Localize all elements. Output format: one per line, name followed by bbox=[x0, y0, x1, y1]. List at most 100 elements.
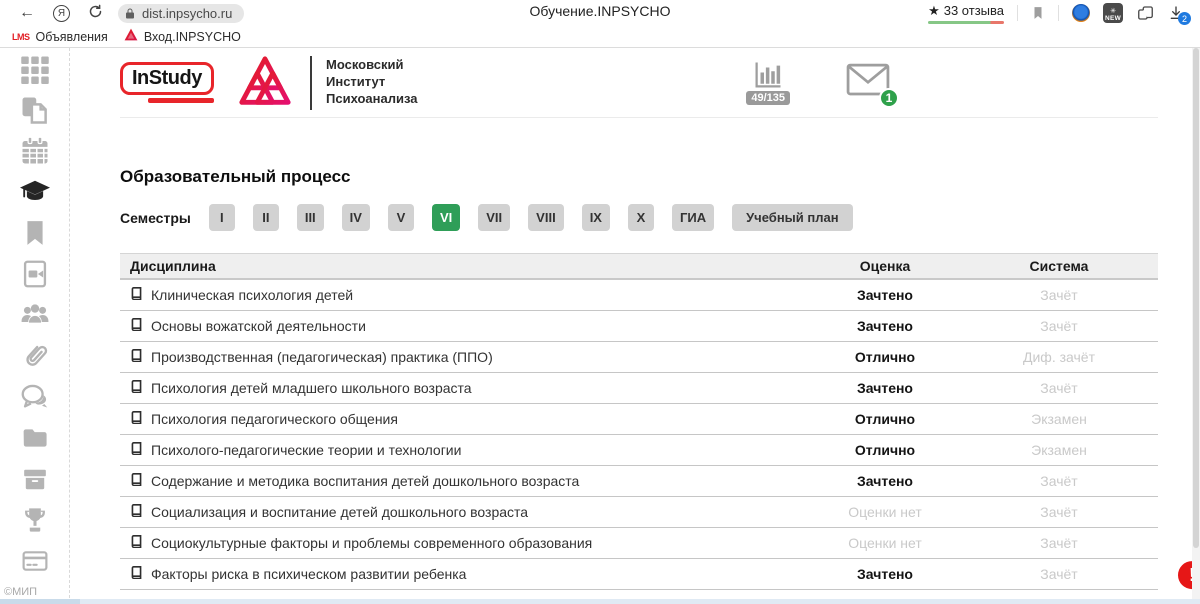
url-text: dist.inpsycho.ru bbox=[142, 6, 232, 21]
semester-tab-6[interactable]: VI bbox=[432, 204, 460, 231]
sidebar-item-calendar[interactable] bbox=[0, 130, 69, 171]
scrollbar-thumb[interactable] bbox=[1193, 48, 1199, 548]
documents-icon bbox=[20, 95, 50, 125]
browser-topbar: ← Я dist.inpsycho.ru Обучение.INPSYCHO ★… bbox=[0, 0, 1200, 26]
system-value: Зачёт bbox=[960, 318, 1158, 334]
semester-tab-2[interactable]: II bbox=[253, 204, 279, 231]
browser-home-icon[interactable]: Я bbox=[53, 5, 70, 22]
address-bar[interactable]: dist.inpsycho.ru bbox=[118, 4, 244, 23]
refresh-icon[interactable] bbox=[88, 4, 103, 23]
star-icon: ★ bbox=[928, 3, 940, 19]
collections-icon[interactable] bbox=[1136, 4, 1155, 22]
system-value: Экзамен bbox=[960, 411, 1158, 427]
browser-scrollbar[interactable] bbox=[1192, 48, 1200, 604]
institute-name-line: Психоанализа bbox=[326, 91, 418, 108]
bottom-strip bbox=[0, 599, 1200, 604]
bookmark-icon bbox=[22, 219, 48, 247]
sidebar-item-apps-grid[interactable] bbox=[0, 48, 69, 89]
system-value: Зачёт bbox=[960, 380, 1158, 396]
downloads-button[interactable]: 2 bbox=[1168, 5, 1184, 21]
mip-logo[interactable] bbox=[236, 53, 294, 113]
semester-tab-4[interactable]: IV bbox=[342, 204, 370, 231]
table-row[interactable]: Производственная (педагогическая) практи… bbox=[120, 342, 1158, 373]
instudy-logo[interactable]: InStudy bbox=[120, 62, 214, 103]
semester-tab-1[interactable]: I bbox=[209, 204, 235, 231]
table-row[interactable]: Психология детей младшего школьного возр… bbox=[120, 373, 1158, 404]
discipline-name: Психолого-педагогические теории и технол… bbox=[151, 442, 461, 458]
book-icon bbox=[130, 566, 143, 582]
trophy-icon bbox=[21, 506, 49, 534]
sidebar-item-education[interactable] bbox=[0, 171, 69, 212]
users-icon bbox=[19, 301, 51, 329]
discipline-name: Производственная (педагогическая) практи… bbox=[151, 349, 493, 365]
instudy-logo-text: InStudy bbox=[120, 62, 214, 95]
grade-value: Зачтено bbox=[810, 287, 960, 303]
sidebar-item-payments[interactable] bbox=[0, 540, 69, 581]
semester-tab-7[interactable]: VII bbox=[478, 204, 510, 231]
institute-name-line: Московский bbox=[326, 57, 418, 74]
semester-tab-9[interactable]: IX bbox=[582, 204, 610, 231]
curriculum-plan-button[interactable]: Учебный план bbox=[732, 204, 852, 231]
grade-value: Зачтено bbox=[810, 566, 960, 582]
table-row[interactable]: Социализация и воспитание детей дошкольн… bbox=[120, 497, 1158, 528]
disciplines-table: Дисциплина Оценка Система Клиническая пс… bbox=[120, 253, 1158, 590]
table-row[interactable]: Содержание и методика воспитания детей д… bbox=[120, 466, 1158, 497]
bookmark-flag-icon[interactable] bbox=[1031, 5, 1045, 21]
triangle-favicon bbox=[124, 28, 138, 46]
mail-count-badge: 1 bbox=[879, 88, 899, 108]
semester-tab-gia[interactable]: ГИА bbox=[672, 204, 714, 231]
archive-box-icon bbox=[21, 466, 49, 492]
extension-browser-icon[interactable] bbox=[1072, 4, 1090, 22]
bottom-strip-left bbox=[0, 599, 80, 604]
table-row[interactable]: Клиническая психология детей Зачтено Зач… bbox=[120, 280, 1158, 311]
sidebar-item-video-materials[interactable] bbox=[0, 253, 69, 294]
grade-value: Отлично bbox=[810, 349, 960, 365]
header-widgets: 49/135 1 bbox=[746, 60, 890, 105]
bookmark-announcements[interactable]: LMS Объявления bbox=[8, 30, 112, 44]
grade-value: Отлично bbox=[810, 411, 960, 427]
discipline-name: Основы вожатской деятельности bbox=[151, 318, 366, 334]
grade-value: Зачтено bbox=[810, 380, 960, 396]
bookmark-label: Объявления bbox=[36, 30, 108, 44]
semester-tab-10[interactable]: X bbox=[628, 204, 654, 231]
discipline-name: Содержание и методика воспитания детей д… bbox=[151, 473, 579, 489]
extension-new-icon[interactable]: ✳ NEW bbox=[1103, 3, 1123, 23]
back-icon[interactable]: ← bbox=[19, 5, 35, 21]
grade-value: Оценки нет bbox=[810, 535, 960, 551]
book-icon bbox=[130, 504, 143, 520]
lms-favicon: LMS bbox=[12, 32, 30, 42]
main-content: InStudy Московский Институт Психоанализа bbox=[70, 48, 1200, 598]
mail-widget[interactable]: 1 bbox=[846, 63, 890, 101]
progress-widget[interactable]: 49/135 bbox=[746, 60, 790, 105]
sidebar-item-documents[interactable] bbox=[0, 89, 69, 130]
discipline-name: Социализация и воспитание детей дошкольн… bbox=[151, 504, 528, 520]
bookmark-login-inpsycho[interactable]: Вход.INPSYCHO bbox=[120, 28, 245, 46]
sidebar-item-archive[interactable] bbox=[0, 458, 69, 499]
system-value: Диф. зачёт bbox=[960, 349, 1158, 365]
system-value: Зачёт bbox=[960, 535, 1158, 551]
mip-triangle-icon bbox=[236, 53, 294, 113]
table-row[interactable]: Основы вожатской деятельности Зачтено За… bbox=[120, 311, 1158, 342]
semester-tab-8[interactable]: VIII bbox=[528, 204, 564, 231]
sidebar-item-achievements[interactable] bbox=[0, 499, 69, 540]
semester-tab-3[interactable]: III bbox=[297, 204, 324, 231]
semester-tab-5[interactable]: V bbox=[388, 204, 414, 231]
table-row[interactable]: Психолого-педагогические теории и технол… bbox=[120, 435, 1158, 466]
sidebar-item-community[interactable] bbox=[0, 294, 69, 335]
column-header-system: Система bbox=[960, 258, 1158, 274]
sidebar-item-attachments[interactable] bbox=[0, 335, 69, 376]
sidebar-item-files-folder[interactable] bbox=[0, 417, 69, 458]
paperclip-icon bbox=[20, 341, 50, 371]
grade-value: Зачтено bbox=[810, 473, 960, 489]
book-icon bbox=[130, 318, 143, 334]
site-reviews-button[interactable]: ★ 33 отзыва bbox=[928, 3, 1004, 24]
sidebar-item-messages[interactable] bbox=[0, 376, 69, 417]
table-row[interactable]: Психология педагогического общения Отлич… bbox=[120, 404, 1158, 435]
sidebar-item-bookmarks[interactable] bbox=[0, 212, 69, 253]
discipline-name: Клиническая психология детей bbox=[151, 287, 353, 303]
table-row[interactable]: Социокультурные факторы и проблемы совре… bbox=[120, 528, 1158, 559]
divider bbox=[1017, 5, 1018, 21]
discipline-name: Психология педагогического общения bbox=[151, 411, 398, 427]
discipline-name: Психология детей младшего школьного возр… bbox=[151, 380, 472, 396]
table-row[interactable]: Факторы риска в психическом развитии реб… bbox=[120, 559, 1158, 590]
